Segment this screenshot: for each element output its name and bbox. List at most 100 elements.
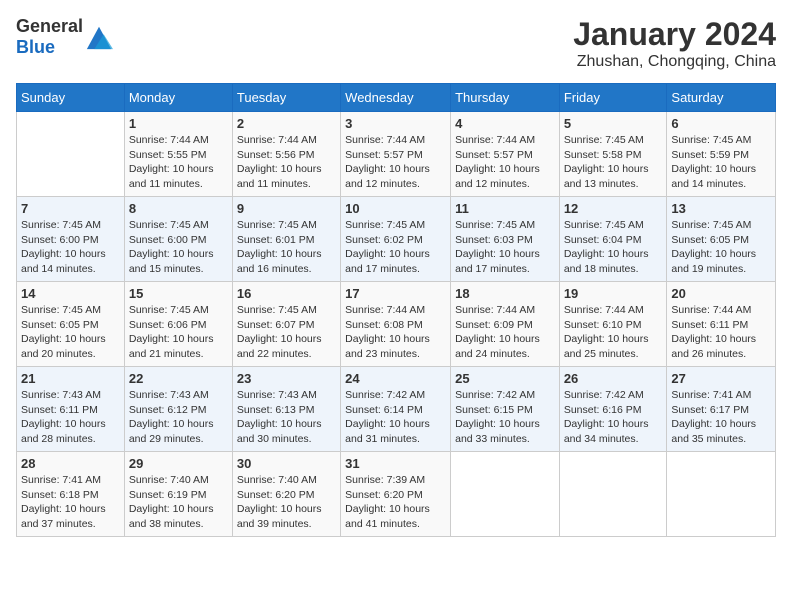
calendar-week-row: 1 Sunrise: 7:44 AM Sunset: 5:55 PM Daylig… (17, 112, 776, 197)
weekday-header-thursday: Thursday (451, 84, 560, 112)
day-info: Sunrise: 7:44 AM Sunset: 6:08 PM Dayligh… (345, 303, 446, 362)
day-info: Sunrise: 7:45 AM Sunset: 6:00 PM Dayligh… (129, 218, 228, 277)
day-info: Sunrise: 7:43 AM Sunset: 6:12 PM Dayligh… (129, 388, 228, 447)
calendar-week-row: 21Sunrise: 7:43 AM Sunset: 6:11 PM Dayli… (17, 367, 776, 452)
day-number: 25 (455, 371, 555, 386)
calendar-cell: 8 Sunrise: 7:45 AM Sunset: 6:00 PM Daylig… (124, 197, 232, 282)
day-info: Sunrise: 7:44 AM Sunset: 5:57 PM Dayligh… (455, 133, 555, 192)
logo-blue: Blue (16, 37, 55, 57)
day-number: 31 (345, 456, 446, 471)
day-info: Sunrise: 7:45 AM Sunset: 6:05 PM Dayligh… (671, 218, 771, 277)
day-info: Sunrise: 7:40 AM Sunset: 6:20 PM Dayligh… (237, 473, 336, 532)
calendar-cell: 30 Sunrise: 7:40 AM Sunset: 6:20 PM Dayli… (232, 452, 340, 537)
calendar-cell: 24 Sunrise: 7:42 AM Sunset: 6:14 PM Dayli… (341, 367, 451, 452)
weekday-header-tuesday: Tuesday (232, 84, 340, 112)
day-info: Sunrise: 7:40 AM Sunset: 6:19 PM Dayligh… (129, 473, 228, 532)
calendar-cell: 29 Sunrise: 7:40 AM Sunset: 6:19 PM Dayli… (124, 452, 232, 537)
day-info: Sunrise: 7:45 AM Sunset: 6:06 PM Dayligh… (129, 303, 228, 362)
day-number: 4 (455, 116, 555, 131)
calendar-cell: 2 Sunrise: 7:44 AM Sunset: 5:56 PM Daylig… (232, 112, 340, 197)
calendar-cell (559, 452, 667, 537)
day-number: 27 (671, 371, 771, 386)
calendar-cell: 21Sunrise: 7:43 AM Sunset: 6:11 PM Dayli… (17, 367, 125, 452)
day-info: Sunrise: 7:45 AM Sunset: 6:04 PM Dayligh… (564, 218, 663, 277)
day-info: Sunrise: 7:45 AM Sunset: 5:59 PM Dayligh… (671, 133, 771, 192)
calendar-cell: 1 Sunrise: 7:44 AM Sunset: 5:55 PM Daylig… (124, 112, 232, 197)
page-header: General Blue January 2024 Zhushan, Chong… (16, 16, 776, 71)
calendar-body: 1 Sunrise: 7:44 AM Sunset: 5:55 PM Daylig… (17, 112, 776, 537)
day-number: 15 (129, 286, 228, 301)
weekday-header-monday: Monday (124, 84, 232, 112)
weekday-header-friday: Friday (559, 84, 667, 112)
day-number: 26 (564, 371, 663, 386)
day-info: Sunrise: 7:44 AM Sunset: 5:56 PM Dayligh… (237, 133, 336, 192)
day-info: Sunrise: 7:45 AM Sunset: 6:02 PM Dayligh… (345, 218, 446, 277)
calendar-header: SundayMondayTuesdayWednesdayThursdayFrid… (17, 84, 776, 112)
day-info: Sunrise: 7:44 AM Sunset: 6:09 PM Dayligh… (455, 303, 555, 362)
day-info: Sunrise: 7:41 AM Sunset: 6:17 PM Dayligh… (671, 388, 771, 447)
calendar-cell (451, 452, 560, 537)
day-number: 17 (345, 286, 446, 301)
day-info: Sunrise: 7:42 AM Sunset: 6:15 PM Dayligh… (455, 388, 555, 447)
calendar-cell: 11 Sunrise: 7:45 AM Sunset: 6:03 PM Dayli… (451, 197, 560, 282)
calendar-cell: 18Sunrise: 7:44 AM Sunset: 6:09 PM Dayli… (451, 282, 560, 367)
day-info: Sunrise: 7:45 AM Sunset: 6:00 PM Dayligh… (21, 218, 120, 277)
day-number: 10 (345, 201, 446, 216)
day-number: 16 (237, 286, 336, 301)
day-info: Sunrise: 7:44 AM Sunset: 6:11 PM Dayligh… (671, 303, 771, 362)
day-info: Sunrise: 7:45 AM Sunset: 5:58 PM Dayligh… (564, 133, 663, 192)
day-number: 21 (21, 371, 120, 386)
calendar-cell: 28Sunrise: 7:41 AM Sunset: 6:18 PM Dayli… (17, 452, 125, 537)
calendar-week-row: 14 Sunrise: 7:45 AM Sunset: 6:05 PM Dayli… (17, 282, 776, 367)
day-number: 22 (129, 371, 228, 386)
title-block: January 2024 Zhushan, Chongqing, China (573, 16, 776, 71)
calendar-cell: 10 Sunrise: 7:45 AM Sunset: 6:02 PM Dayli… (341, 197, 451, 282)
calendar-cell: 25 Sunrise: 7:42 AM Sunset: 6:15 PM Dayli… (451, 367, 560, 452)
day-info: Sunrise: 7:45 AM Sunset: 6:01 PM Dayligh… (237, 218, 336, 277)
day-number: 24 (345, 371, 446, 386)
day-number: 2 (237, 116, 336, 131)
day-number: 11 (455, 201, 555, 216)
day-info: Sunrise: 7:44 AM Sunset: 5:55 PM Dayligh… (129, 133, 228, 192)
day-number: 3 (345, 116, 446, 131)
calendar-week-row: 7Sunrise: 7:45 AM Sunset: 6:00 PM Daylig… (17, 197, 776, 282)
day-number: 6 (671, 116, 771, 131)
calendar-cell: 13 Sunrise: 7:45 AM Sunset: 6:05 PM Dayli… (667, 197, 776, 282)
calendar-cell: 7Sunrise: 7:45 AM Sunset: 6:00 PM Daylig… (17, 197, 125, 282)
day-number: 5 (564, 116, 663, 131)
day-info: Sunrise: 7:41 AM Sunset: 6:18 PM Dayligh… (21, 473, 120, 532)
weekday-header-saturday: Saturday (667, 84, 776, 112)
day-number: 19 (564, 286, 663, 301)
day-number: 20 (671, 286, 771, 301)
day-info: Sunrise: 7:45 AM Sunset: 6:05 PM Dayligh… (21, 303, 120, 362)
day-number: 13 (671, 201, 771, 216)
day-info: Sunrise: 7:42 AM Sunset: 6:14 PM Dayligh… (345, 388, 446, 447)
day-number: 8 (129, 201, 228, 216)
weekday-header-row: SundayMondayTuesdayWednesdayThursdayFrid… (17, 84, 776, 112)
calendar-cell: 17 Sunrise: 7:44 AM Sunset: 6:08 PM Dayli… (341, 282, 451, 367)
day-number: 1 (129, 116, 228, 131)
day-info: Sunrise: 7:42 AM Sunset: 6:16 PM Dayligh… (564, 388, 663, 447)
calendar-cell: 26 Sunrise: 7:42 AM Sunset: 6:16 PM Dayli… (559, 367, 667, 452)
month-year: January 2024 (573, 16, 776, 53)
calendar-cell: 9 Sunrise: 7:45 AM Sunset: 6:01 PM Daylig… (232, 197, 340, 282)
logo-general: General (16, 16, 83, 36)
calendar-cell: 27 Sunrise: 7:41 AM Sunset: 6:17 PM Dayli… (667, 367, 776, 452)
calendar-cell (17, 112, 125, 197)
day-info: Sunrise: 7:45 AM Sunset: 6:07 PM Dayligh… (237, 303, 336, 362)
calendar-cell: 5 Sunrise: 7:45 AM Sunset: 5:58 PM Daylig… (559, 112, 667, 197)
calendar-cell: 22 Sunrise: 7:43 AM Sunset: 6:12 PM Dayli… (124, 367, 232, 452)
day-number: 30 (237, 456, 336, 471)
calendar-cell: 6 Sunrise: 7:45 AM Sunset: 5:59 PM Daylig… (667, 112, 776, 197)
logo-text: General Blue (16, 16, 83, 58)
day-number: 29 (129, 456, 228, 471)
day-number: 9 (237, 201, 336, 216)
weekday-header-sunday: Sunday (17, 84, 125, 112)
day-number: 14 (21, 286, 120, 301)
day-info: Sunrise: 7:45 AM Sunset: 6:03 PM Dayligh… (455, 218, 555, 277)
calendar-cell: 23Sunrise: 7:43 AM Sunset: 6:13 PM Dayli… (232, 367, 340, 452)
day-info: Sunrise: 7:43 AM Sunset: 6:13 PM Dayligh… (237, 388, 336, 447)
calendar-cell: 20 Sunrise: 7:44 AM Sunset: 6:11 PM Dayli… (667, 282, 776, 367)
calendar-cell: 3Sunrise: 7:44 AM Sunset: 5:57 PM Daylig… (341, 112, 451, 197)
logo: General Blue (16, 16, 113, 58)
